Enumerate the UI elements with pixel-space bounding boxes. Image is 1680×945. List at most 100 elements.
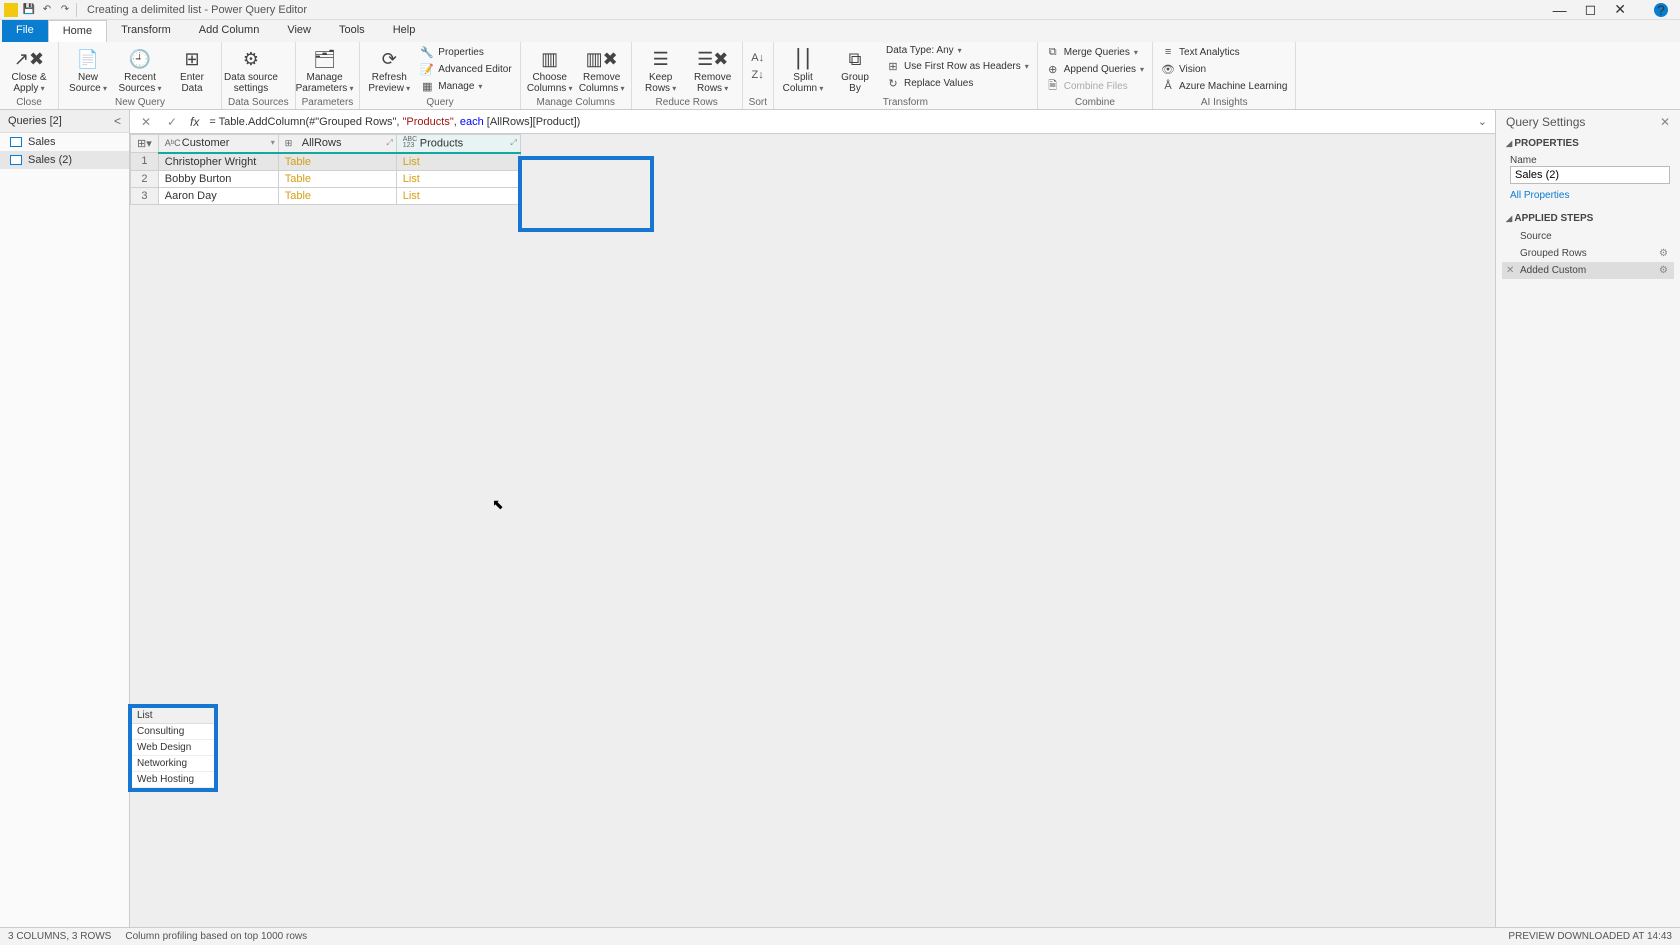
name-label: Name [1510, 155, 1670, 166]
preview-list-header: List [132, 708, 214, 724]
all-properties-link[interactable]: All Properties [1510, 190, 1670, 201]
ribbon-group-parameters: 🗂Manage Parameters Parameters [296, 42, 361, 109]
filter-icon[interactable]: ▾ [271, 138, 275, 147]
column-header-allrows[interactable]: ⊞AllRows⤢ [278, 135, 396, 153]
query-name-input[interactable] [1510, 166, 1670, 184]
cell-allrows[interactable]: Table [278, 170, 396, 187]
combine-files-icon: 🗎 [1046, 79, 1060, 93]
cell-allrows[interactable]: Table [278, 187, 396, 204]
step-grouped-rows[interactable]: Grouped Rows⚙ [1502, 245, 1674, 262]
text-analytics-button[interactable]: ≡Text Analytics [1159, 44, 1289, 60]
table-row[interactable]: 3 Aaron Day Table List [131, 187, 521, 204]
gear-icon[interactable]: ⚙ [1659, 265, 1668, 276]
fx-icon[interactable]: fx [190, 115, 199, 129]
group-by-button[interactable]: ⧉Group By [832, 44, 878, 94]
cell-products[interactable]: List [396, 153, 520, 171]
properties-button[interactable]: 🔧Properties [418, 44, 513, 60]
list-item[interactable]: Web Hosting [132, 772, 214, 788]
group-label: Data Sources [228, 97, 289, 109]
ribbon-group-combine: ⧉Merge Queries ⊕Append Queries 🗎Combine … [1038, 42, 1153, 109]
expand-formula-icon[interactable]: ⌄ [1478, 115, 1487, 128]
azure-ml-button[interactable]: ÅAzure Machine Learning [1159, 78, 1289, 94]
step-source[interactable]: Source [1502, 228, 1674, 245]
expand-icon[interactable]: ⤢ [510, 138, 516, 148]
data-source-settings-button[interactable]: ⚙Data source settings [228, 44, 274, 94]
close-button[interactable]: ✕ [1614, 1, 1626, 18]
ribbon-group-reducerows: ☰Keep Rows ☰✖Remove Rows Reduce Rows [632, 42, 743, 109]
advanced-editor-button[interactable]: 📝Advanced Editor [418, 61, 513, 77]
cell-customer[interactable]: Christopher Wright [158, 153, 278, 171]
enter-data-button[interactable]: ⊞Enter Data [169, 44, 215, 94]
table-row[interactable]: 1 Christopher Wright Table List [131, 153, 521, 171]
list-item[interactable]: Consulting [132, 724, 214, 740]
step-added-custom[interactable]: ✕Added Custom⚙ [1502, 262, 1674, 279]
maximize-button[interactable]: ◻ [1585, 1, 1597, 18]
keep-rows-button[interactable]: ☰Keep Rows [638, 44, 684, 94]
close-apply-button[interactable]: ↗✖ Close & Apply [6, 44, 52, 94]
manage-parameters-button[interactable]: 🗂Manage Parameters [302, 44, 348, 94]
cancel-formula-icon[interactable]: ✕ [138, 115, 154, 129]
redo-icon[interactable]: ↷ [58, 3, 72, 17]
refresh-preview-button[interactable]: ⟳Refresh Preview [366, 44, 412, 94]
vision-icon: 👁 [1161, 62, 1175, 76]
list-item[interactable]: Web Design [132, 740, 214, 756]
properties-section-header[interactable]: PROPERTIES [1496, 134, 1680, 153]
accept-formula-icon[interactable]: ✓ [164, 115, 180, 129]
queries-pane: Queries [2] < Sales Sales (2) [0, 110, 130, 927]
cell-customer[interactable]: Aaron Day [158, 187, 278, 204]
tab-help[interactable]: Help [379, 20, 430, 42]
data-type-button[interactable]: Data Type: Any [884, 44, 1031, 57]
minimize-button[interactable]: — [1553, 2, 1567, 18]
tab-transform[interactable]: Transform [107, 20, 185, 42]
tab-home[interactable]: Home [48, 20, 107, 42]
status-profiling: Column profiling based on top 1000 rows [125, 931, 307, 942]
tab-tools[interactable]: Tools [325, 20, 379, 42]
delete-step-icon[interactable]: ✕ [1506, 265, 1514, 276]
choose-columns-button[interactable]: ▥Choose Columns [527, 44, 573, 94]
tab-file[interactable]: File [2, 20, 48, 42]
table-row[interactable]: 2 Bobby Burton Table List [131, 170, 521, 187]
collapse-pane-icon[interactable]: < [114, 114, 121, 128]
column-header-products[interactable]: ABC123Products⤢ [396, 135, 520, 153]
remove-columns-icon: ▥✖ [588, 46, 616, 72]
split-column-button[interactable]: ⎮⎮Split Column [780, 44, 826, 94]
divider [76, 3, 77, 17]
tab-add-column[interactable]: Add Column [185, 20, 274, 42]
cell-products[interactable]: List [396, 170, 520, 187]
replace-values-button[interactable]: ↻Replace Values [884, 75, 1031, 91]
cell-customer[interactable]: Bobby Burton [158, 170, 278, 187]
main-body: Queries [2] < Sales Sales (2) ✕ ✓ fx = T… [0, 110, 1680, 927]
column-header-customer[interactable]: AᵇCCustomer▾ [158, 135, 278, 153]
table-corner[interactable]: ⊞▾ [131, 135, 159, 153]
cursor-icon: ⬉ [492, 496, 504, 513]
append-queries-button[interactable]: ⊕Append Queries [1044, 61, 1146, 77]
tab-view[interactable]: View [273, 20, 325, 42]
gear-icon[interactable]: ⚙ [1659, 248, 1668, 259]
query-item-sales2[interactable]: Sales (2) [0, 151, 129, 169]
close-pane-icon[interactable]: ✕ [1660, 115, 1670, 129]
recent-sources-button[interactable]: 🕘Recent Sources [117, 44, 163, 94]
applied-steps-header[interactable]: APPLIED STEPS [1496, 209, 1680, 228]
undo-icon[interactable]: ↶ [40, 3, 54, 17]
sort-desc-button[interactable]: Z↓ [749, 67, 767, 83]
merge-queries-button[interactable]: ⧉Merge Queries [1044, 44, 1146, 60]
save-icon[interactable]: 💾 [22, 3, 36, 17]
manage-icon: ▦ [420, 79, 434, 93]
cell-allrows[interactable]: Table [278, 153, 396, 171]
expand-icon[interactable]: ⤢ [386, 138, 392, 148]
remove-rows-button[interactable]: ☰✖Remove Rows [690, 44, 736, 94]
formula-text[interactable]: = Table.AddColumn(#"Grouped Rows", "Prod… [209, 115, 1467, 128]
remove-columns-button[interactable]: ▥✖Remove Columns [579, 44, 625, 94]
new-source-button[interactable]: 📄New Source [65, 44, 111, 94]
merge-icon: ⧉ [1046, 45, 1060, 59]
query-item-sales[interactable]: Sales [0, 133, 129, 151]
group-label: New Query [65, 97, 215, 109]
cell-products[interactable]: List [396, 187, 520, 204]
vision-button[interactable]: 👁Vision [1159, 61, 1289, 77]
list-item[interactable]: Networking [132, 756, 214, 772]
first-row-headers-button[interactable]: ⊞Use First Row as Headers [884, 58, 1031, 74]
status-columns-rows: 3 COLUMNS, 3 ROWS [8, 931, 111, 942]
manage-button[interactable]: ▦Manage [418, 78, 513, 94]
help-badge-icon[interactable]: ? [1654, 3, 1668, 17]
sort-asc-button[interactable]: A↓ [749, 50, 767, 66]
